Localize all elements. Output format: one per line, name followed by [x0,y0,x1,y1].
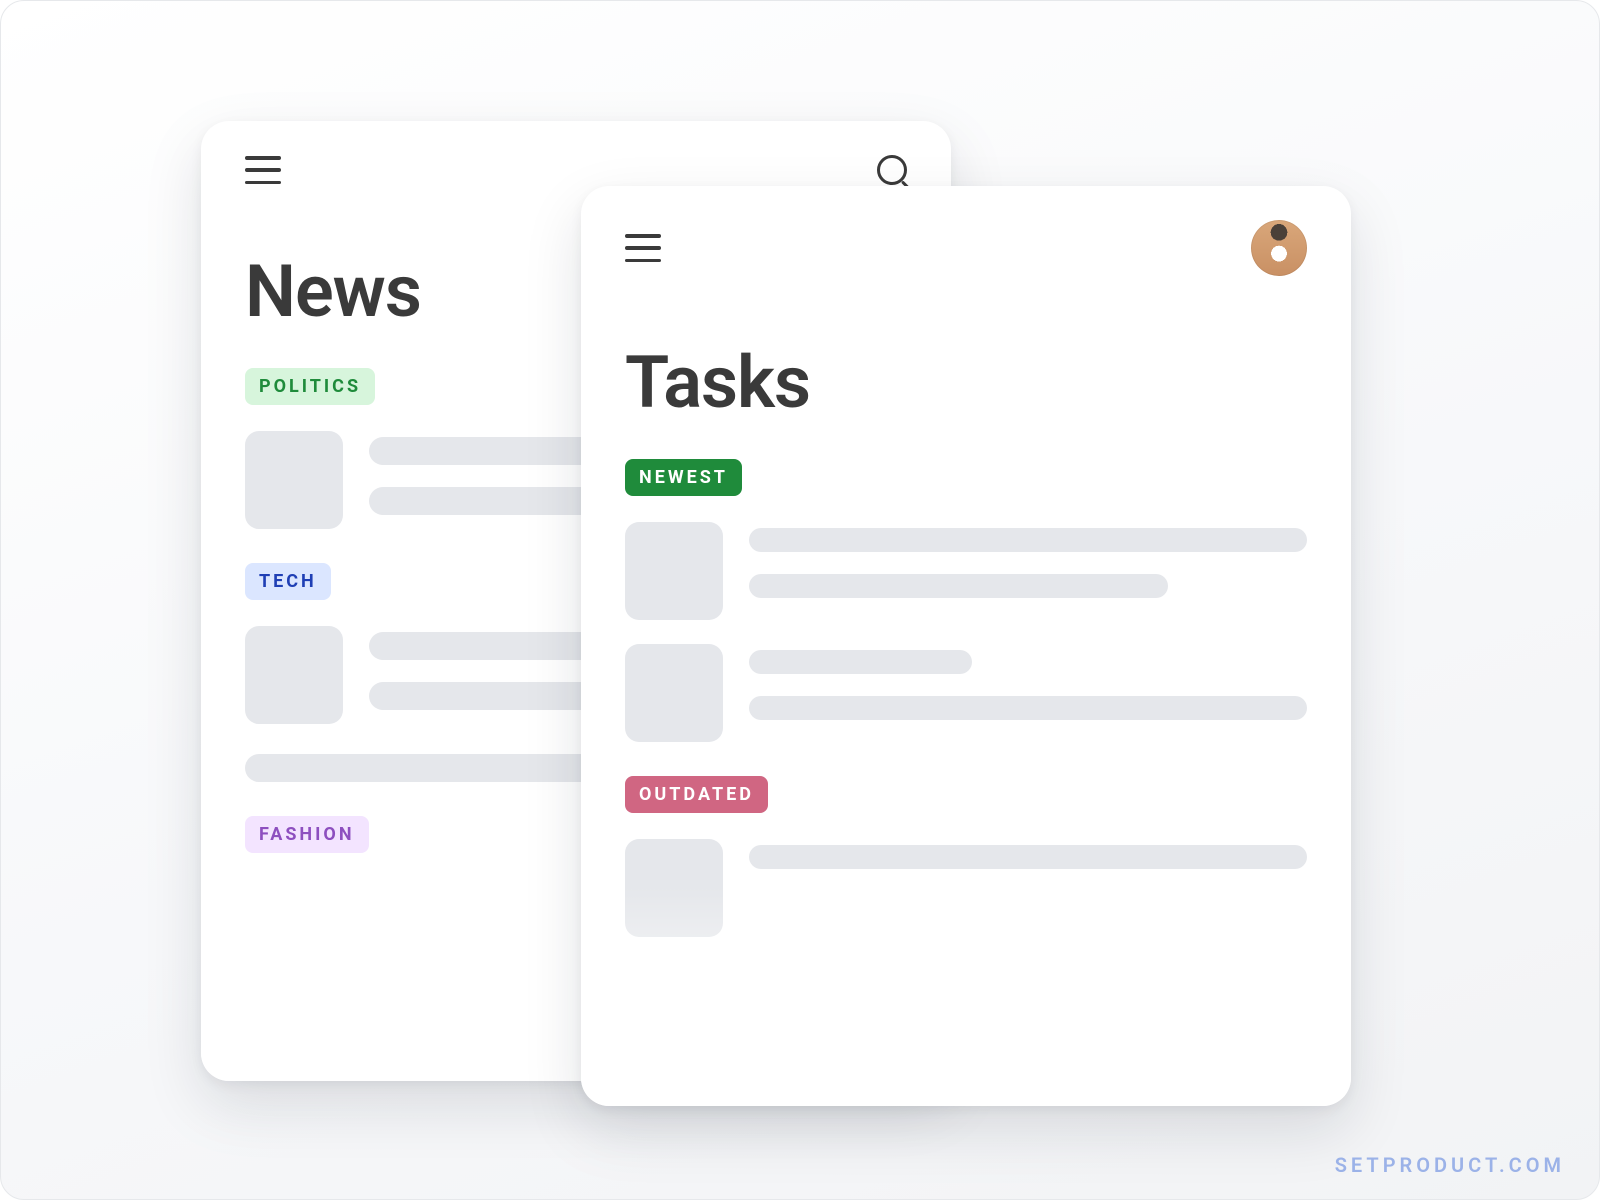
menu-icon[interactable] [625,234,661,262]
news-card-header [201,121,951,185]
thumbnail-placeholder [245,431,343,529]
thumbnail-placeholder [625,644,723,742]
placeholder-line [749,528,1307,552]
tasks-card: Tasks NEWEST [581,186,1351,1106]
chip-fashion[interactable]: FASHION [245,816,369,853]
avatar[interactable] [1251,220,1307,276]
tasks-section-newest: NEWEST [625,459,1307,742]
thumbnail-placeholder [625,839,723,937]
text-placeholder [749,644,1307,720]
chip-tech[interactable]: TECH [245,563,331,600]
placeholder-line [749,650,972,674]
watermark: SETPRODUCT.COM [1335,1153,1565,1177]
list-item [625,644,1307,742]
thumbnail-placeholder [625,522,723,620]
chip-outdated[interactable]: OUTDATED [625,776,768,813]
placeholder-line [749,696,1307,720]
text-placeholder [749,522,1307,598]
tasks-card-header [581,186,1351,276]
placeholder-line [749,574,1168,598]
list-item [625,839,1307,937]
chip-politics[interactable]: POLITICS [245,368,375,405]
search-icon[interactable] [877,155,907,185]
chip-newest[interactable]: NEWEST [625,459,742,496]
text-placeholder [749,839,1307,869]
menu-icon[interactable] [245,156,281,184]
tasks-title: Tasks [625,340,1307,425]
placeholder-line [749,845,1307,869]
thumbnail-placeholder [245,626,343,724]
list-item [625,522,1307,620]
tasks-card-body: Tasks NEWEST [581,276,1351,937]
stage: News POLITICS TECH [0,0,1600,1200]
tasks-section-outdated: OUTDATED [625,776,1307,937]
